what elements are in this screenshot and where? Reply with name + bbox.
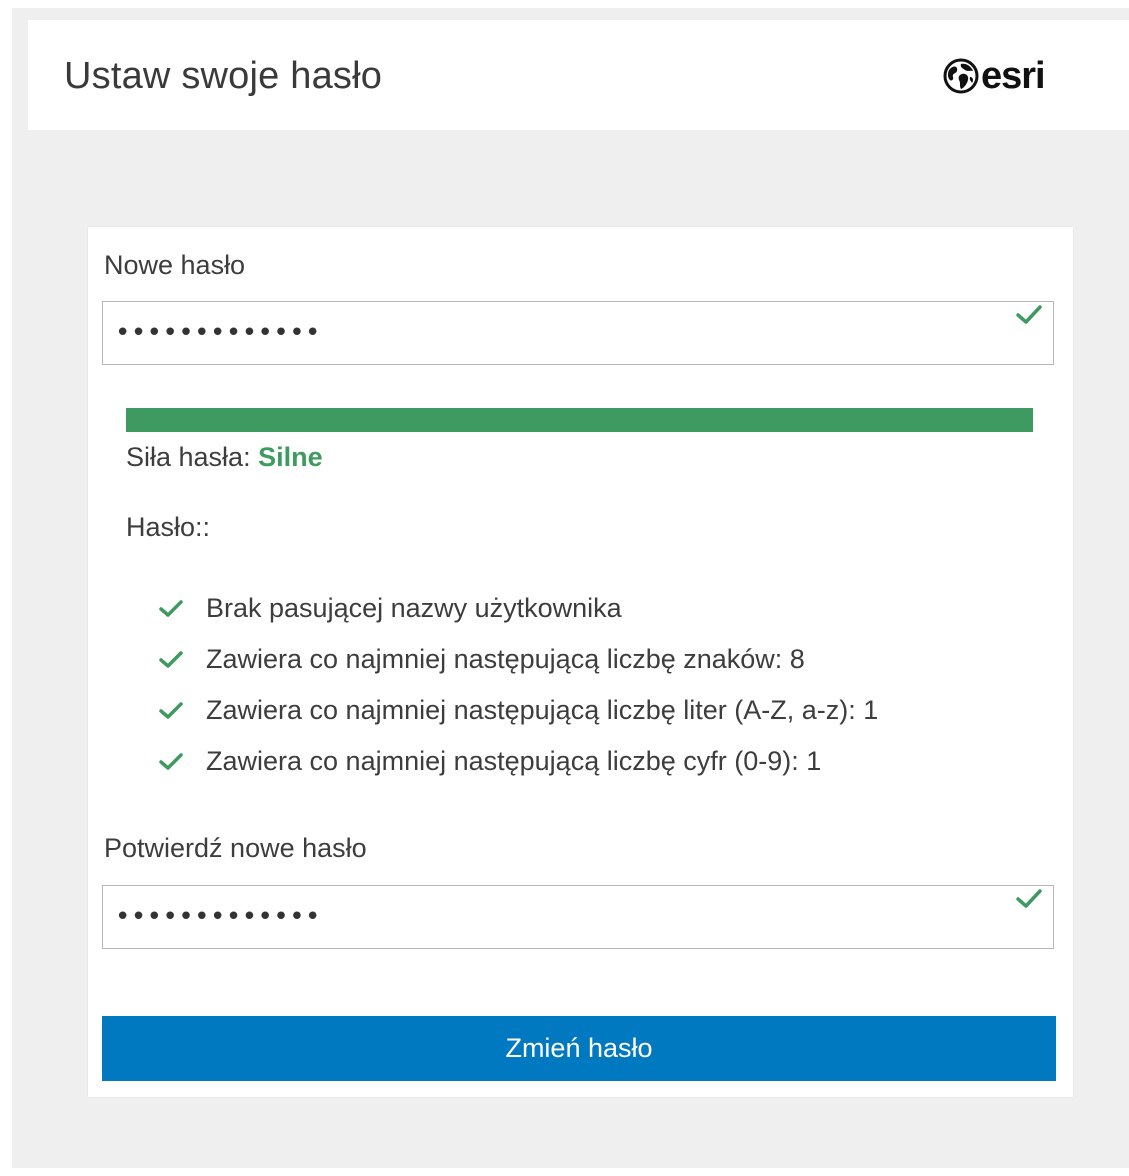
password-strength-text: Siła hasła: Silne	[126, 441, 323, 473]
password-strength-fill	[126, 408, 1033, 432]
checkmark-icon	[158, 650, 188, 670]
new-password-label: Nowe hasło	[104, 250, 246, 280]
password-form: Nowe hasło ••••••••••••• Siła hasła: Sil…	[88, 227, 1073, 1097]
confirm-password-value: •••••••••••••	[115, 902, 321, 932]
page-title: Ustaw swoje hasło	[64, 55, 383, 97]
header: Ustaw swoje hasło esri	[28, 20, 1129, 130]
password-strength-label: Siła hasła:	[126, 442, 251, 472]
password-rules-title: Hasło::	[126, 512, 211, 542]
logo-text: esri	[981, 55, 1046, 97]
password-rule-text: Brak pasującej nazwy użytkownika	[206, 593, 622, 623]
checkmark-icon	[158, 599, 188, 619]
checkmark-icon	[158, 752, 188, 772]
password-rule: Brak pasującej nazwy użytkownika	[158, 583, 878, 634]
checkmark-icon	[1015, 304, 1043, 331]
password-rule: Zawiera co najmniej następującą liczbę c…	[158, 736, 878, 787]
password-rule-text: Zawiera co najmniej następującą liczbę l…	[206, 695, 879, 725]
password-strength-value: Silne	[258, 442, 323, 472]
checkmark-icon	[1015, 888, 1043, 915]
confirm-password-input[interactable]: •••••••••••••	[102, 885, 1054, 949]
password-rule-text: Zawiera co najmniej następującą liczbę c…	[206, 746, 822, 776]
esri-logo: esri	[943, 55, 1046, 97]
new-password-input[interactable]: •••••••••••••	[102, 301, 1054, 365]
checkmark-icon	[158, 701, 188, 721]
password-strength-bar	[126, 408, 1033, 432]
globe-icon	[943, 58, 979, 94]
new-password-value: •••••••••••••	[115, 318, 321, 348]
confirm-password-label: Potwierdź nowe hasło	[104, 833, 367, 863]
change-password-button[interactable]: Zmień hasło	[102, 1016, 1056, 1081]
password-rule: Zawiera co najmniej następującą liczbę l…	[158, 685, 878, 736]
password-rules-list: Brak pasującej nazwy użytkownika Zawiera…	[158, 583, 878, 787]
password-rule-text: Zawiera co najmniej następującą liczbę z…	[206, 644, 805, 674]
password-rule: Zawiera co najmniej następującą liczbę z…	[158, 634, 878, 685]
